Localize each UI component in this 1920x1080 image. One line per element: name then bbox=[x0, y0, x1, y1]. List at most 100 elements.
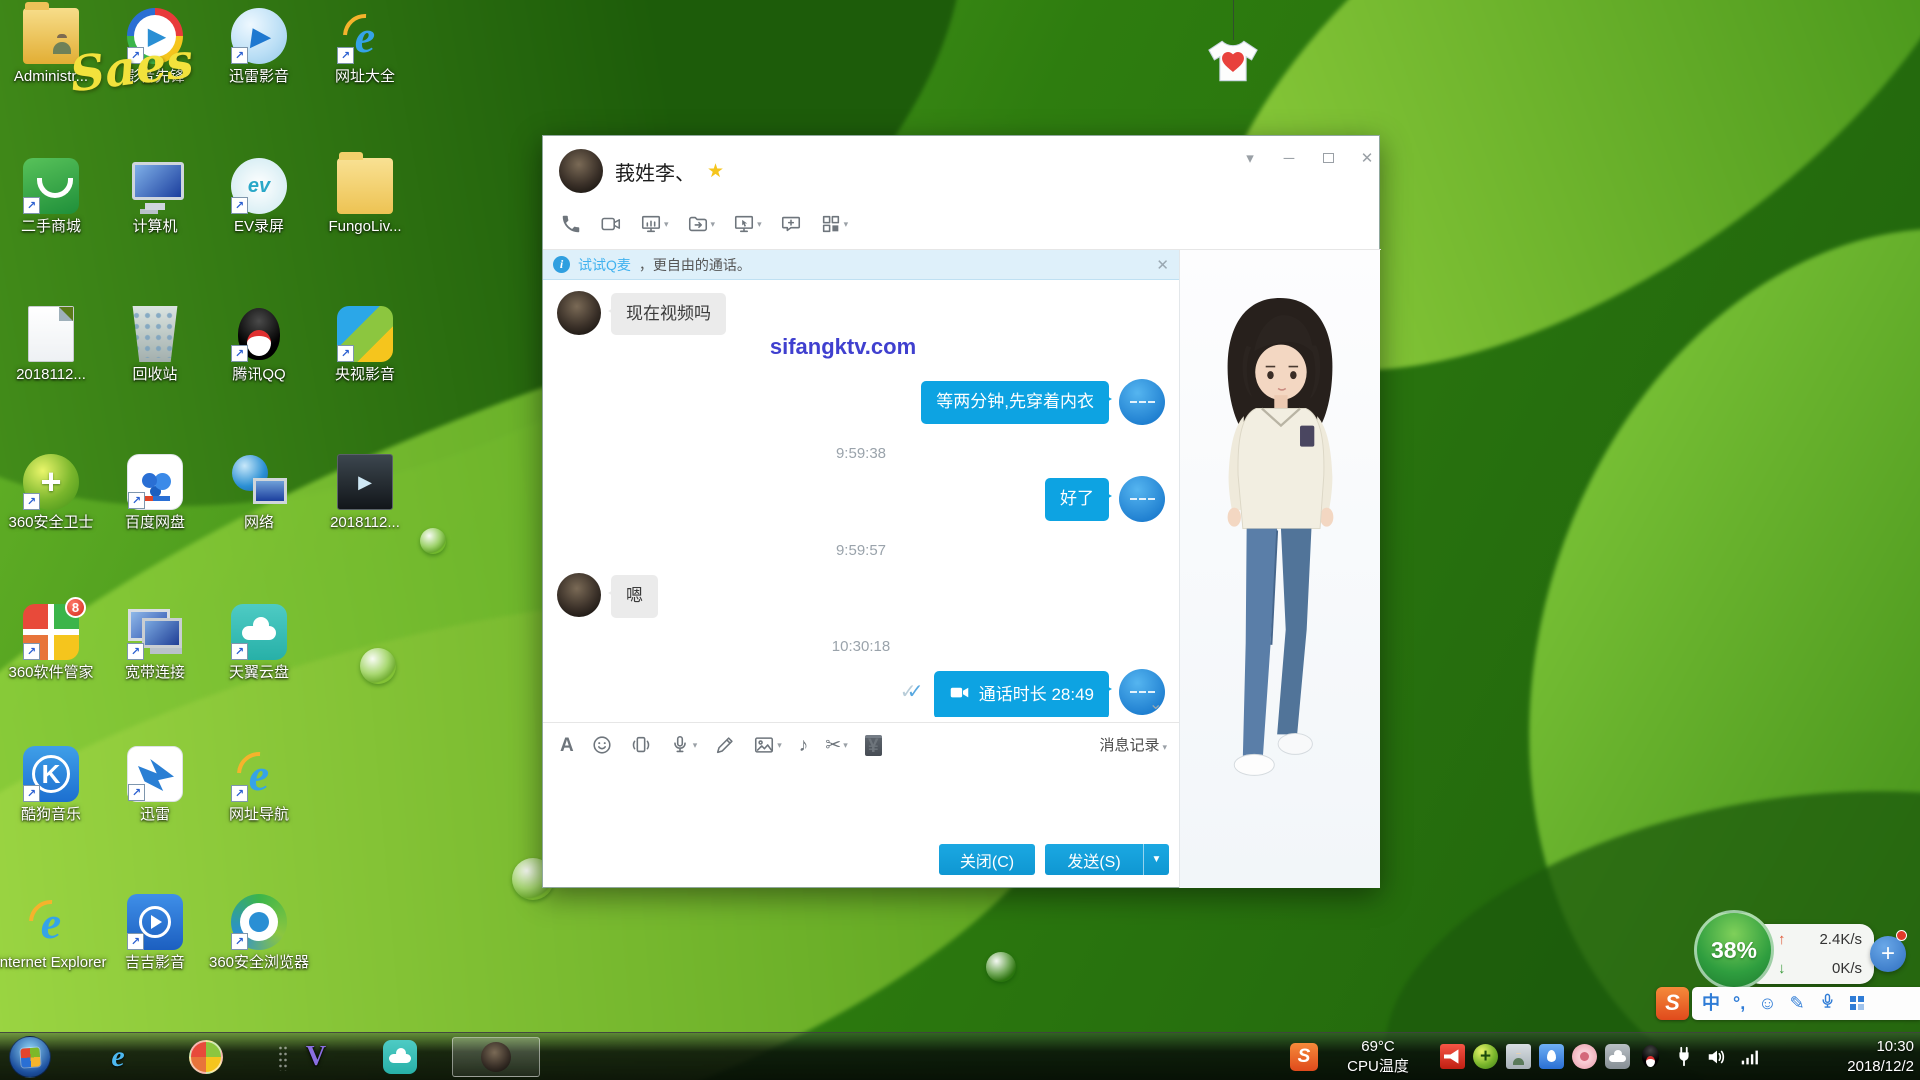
desktop-icon[interactable]: ▶迅雷影音 bbox=[203, 8, 315, 86]
update-badge: 8 bbox=[65, 597, 86, 618]
desktop-icon[interactable]: 8360软件管家 bbox=[0, 604, 107, 682]
desktop-icon[interactable]: 央视影音 bbox=[309, 306, 421, 384]
taskbar-cloud189-icon[interactable] bbox=[382, 1039, 418, 1075]
desktop-icon[interactable]: FungoLiv... bbox=[309, 158, 421, 236]
maximize-icon[interactable] bbox=[1313, 146, 1343, 170]
notice-link[interactable]: 试试Q麦 bbox=[578, 255, 631, 275]
video-call-icon[interactable] bbox=[597, 210, 625, 238]
desktop-icon[interactable]: 迅雷 bbox=[99, 746, 211, 824]
sogou-logo-icon[interactable]: S bbox=[1656, 987, 1689, 1020]
peer-avatar[interactable] bbox=[557, 291, 601, 335]
mic-icon[interactable] bbox=[1818, 992, 1837, 1014]
remote-assist-icon[interactable] bbox=[1506, 1044, 1531, 1069]
message-bubble[interactable]: 现在视频吗 bbox=[611, 293, 726, 335]
dropdown-caret[interactable]: ▾ bbox=[777, 740, 782, 751]
minimize-icon[interactable]: ─ bbox=[1274, 146, 1304, 170]
red-packet-icon[interactable]: ¥ bbox=[862, 732, 885, 759]
desktop-icon[interactable]: 2018112... bbox=[0, 306, 107, 384]
dropdown-caret[interactable]: ▾ bbox=[664, 219, 669, 230]
create-group-icon[interactable] bbox=[777, 210, 805, 238]
taskbar-ie-icon[interactable]: e bbox=[100, 1039, 136, 1075]
sogou-tray-icon[interactable]: S bbox=[1290, 1043, 1318, 1071]
power-plug-icon[interactable] bbox=[1671, 1044, 1696, 1069]
xunlei-icon bbox=[127, 746, 183, 802]
desktop-icon-label: 360安全浏览器 bbox=[203, 954, 315, 972]
peer-avatar[interactable] bbox=[559, 149, 603, 193]
window-shake-icon[interactable] bbox=[627, 731, 655, 759]
self-avatar[interactable] bbox=[1119, 476, 1165, 522]
desktop-icon[interactable]: K酷狗音乐 bbox=[0, 746, 107, 824]
close-chat-button[interactable]: 关闭(C) bbox=[939, 844, 1035, 875]
cloud-sync-icon[interactable] bbox=[1605, 1044, 1630, 1069]
message-bubble[interactable]: 好了 bbox=[1045, 478, 1109, 520]
desktop-icon[interactable]: 回收站 bbox=[99, 306, 211, 384]
self-avatar[interactable] bbox=[1119, 379, 1165, 425]
voice-call-icon[interactable] bbox=[557, 210, 585, 238]
message-bubble[interactable]: 嗯 bbox=[611, 575, 658, 617]
memory-usage-ball[interactable]: 38% bbox=[1694, 910, 1774, 990]
call-duration-bubble[interactable]: 通话时长 28:49 bbox=[934, 671, 1109, 717]
accelerate-plus-icon[interactable]: + bbox=[1870, 936, 1906, 972]
message-bubble[interactable]: 等两分钟,先穿着内衣 bbox=[921, 381, 1109, 423]
screen-demo-icon[interactable]: ▾ bbox=[637, 210, 672, 238]
toolbox-icon[interactable] bbox=[1850, 996, 1864, 1010]
dropdown-caret[interactable]: ▾ bbox=[711, 219, 716, 230]
desktop-icon[interactable]: 计算机 bbox=[99, 158, 211, 236]
desktop-icon[interactable]: +360安全卫士 bbox=[0, 454, 107, 532]
apps-icon[interactable]: ▾ bbox=[817, 210, 852, 238]
360-safety-icon[interactable]: + bbox=[1473, 1044, 1498, 1069]
ime-punct-toggle[interactable]: °, bbox=[1733, 994, 1745, 1012]
qqshow-avatar-girl[interactable] bbox=[1199, 292, 1361, 788]
desktop-icon[interactable]: evEV录屏 bbox=[203, 158, 315, 236]
desktop-icon[interactable]: 吉吉影音 bbox=[99, 894, 211, 972]
notice-close-icon[interactable]: ✕ bbox=[1156, 256, 1169, 274]
desktop-icon[interactable]: 二手商城 bbox=[0, 158, 107, 236]
screenshot-icon[interactable]: ✂▾ bbox=[822, 733, 850, 758]
announcement-icon[interactable] bbox=[1440, 1044, 1465, 1069]
dropdown-caret[interactable]: ▾ bbox=[844, 219, 849, 230]
start-button[interactable] bbox=[9, 1036, 51, 1078]
emoji-icon[interactable]: ☺ bbox=[1758, 994, 1776, 1012]
desktop-icon[interactable]: 天翼云盘 bbox=[203, 604, 315, 682]
network-signal-icon[interactable] bbox=[1737, 1044, 1762, 1069]
remote-desktop-icon[interactable]: ▾ bbox=[730, 210, 765, 238]
voice-message-icon[interactable]: ▾ bbox=[666, 731, 701, 759]
qq-icon[interactable] bbox=[1638, 1044, 1663, 1069]
send-options-caret[interactable]: ▼ bbox=[1143, 844, 1169, 875]
desktop-icon[interactable]: eInternet Explorer bbox=[0, 894, 107, 972]
desktop-icon[interactable]: 腾讯QQ bbox=[203, 306, 315, 384]
desktop-icon[interactable]: 宽带连接 bbox=[99, 604, 211, 682]
desktop-icon[interactable]: e网址大全 bbox=[309, 8, 421, 86]
desktop-icon[interactable]: 网络 bbox=[203, 454, 315, 532]
menu-caret-icon[interactable]: ▾ bbox=[1235, 146, 1265, 170]
scroll-to-bottom-icon[interactable]: ⌄ bbox=[1149, 694, 1162, 714]
handwrite-icon[interactable] bbox=[711, 731, 739, 759]
taskbar-media-player-icon[interactable]: V bbox=[298, 1039, 334, 1075]
image-icon[interactable]: ▾ bbox=[750, 731, 785, 759]
dropdown-caret[interactable]: ▾ bbox=[693, 740, 698, 751]
message-history-button[interactable]: 消息记录▾ bbox=[1099, 734, 1167, 755]
desktop-icon[interactable]: 百度网盘 bbox=[99, 454, 211, 532]
taskbar-sogou-pinwheel-icon[interactable] bbox=[188, 1039, 224, 1075]
baidu-netdisk-icon[interactable] bbox=[1539, 1044, 1564, 1069]
music-icon[interactable]: ♪ bbox=[796, 733, 812, 758]
desktop-icon-label: 迅雷影音 bbox=[203, 68, 315, 86]
taskbar-clock[interactable]: 10:30 2018/12/2 bbox=[1847, 1037, 1914, 1077]
desktop-icon[interactable]: ▶2018112... bbox=[309, 454, 421, 532]
taskbar-active-chat-task[interactable] bbox=[452, 1037, 540, 1077]
send-file-icon[interactable]: ▾ bbox=[684, 210, 719, 238]
volume-icon[interactable] bbox=[1704, 1044, 1729, 1069]
emoji-icon[interactable] bbox=[588, 731, 616, 759]
dropdown-caret[interactable]: ▾ bbox=[843, 740, 848, 751]
close-icon[interactable]: ✕ bbox=[1352, 146, 1382, 170]
flower-icon[interactable] bbox=[1572, 1044, 1597, 1069]
desktop-icon[interactable]: e网址导航 bbox=[203, 746, 315, 824]
handwrite-icon[interactable]: ✎ bbox=[1790, 994, 1805, 1012]
peer-avatar[interactable] bbox=[557, 573, 601, 617]
send-button[interactable]: 发送(S) bbox=[1045, 844, 1143, 875]
font-icon[interactable]: A bbox=[557, 733, 577, 758]
desktop-icon[interactable]: 360安全浏览器 bbox=[203, 894, 315, 972]
ime-lang-toggle[interactable]: 中 bbox=[1702, 994, 1720, 1012]
desktop-icon-label: 酷狗音乐 bbox=[0, 806, 107, 824]
dropdown-caret[interactable]: ▾ bbox=[757, 219, 762, 230]
